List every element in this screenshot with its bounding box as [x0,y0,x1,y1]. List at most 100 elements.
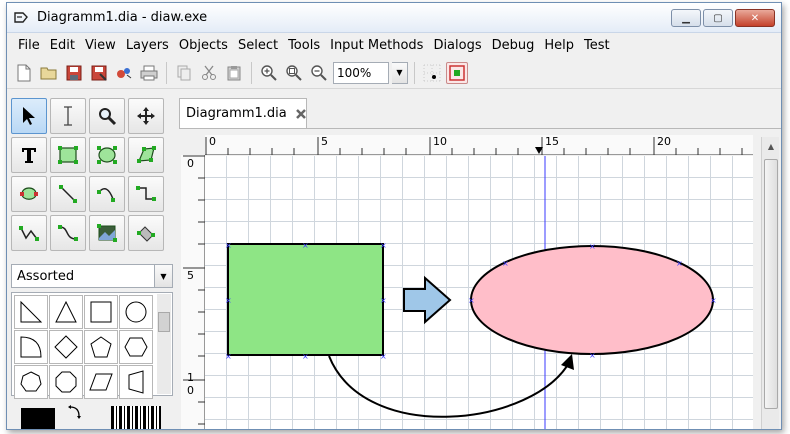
new-file-button[interactable] [13,62,35,84]
foreground-background-colors[interactable] [21,404,81,429]
sheet-selector-value: Assorted [17,268,75,284]
chevron-up-icon: ▲ [767,141,775,151]
menu-test[interactable]: Test [579,38,615,53]
swap-colors-icon[interactable] [67,404,83,420]
print-button[interactable] [138,62,160,84]
triangle-icon [55,300,77,323]
menu-select[interactable]: Select [233,38,283,53]
shape-diamond[interactable] [49,330,83,364]
shape-triangle[interactable] [49,295,83,329]
svg-text:×: × [380,296,387,305]
sheet-selector[interactable]: Assorted ▼ [11,264,173,288]
tab-close-button[interactable] [295,107,307,121]
save-as-button[interactable] [88,62,110,84]
snap-to-grid-toggle[interactable] [421,62,443,84]
shape-hexagon[interactable] [119,330,153,364]
dia-app-icon [13,11,31,25]
shape-parallelogram[interactable] [84,365,118,399]
ruler-left-label: 0 [187,384,194,397]
window-controls: ▁ ▢ ✕ [671,9,775,27]
arc-connector[interactable] [328,355,571,418]
arc-arrowhead [561,354,574,370]
tool-outline[interactable] [128,215,164,251]
diagram-canvas[interactable]: × × × × × × × × × × × × × × [205,156,753,429]
menu-bar: File Edit View Layers Objects Select Too… [7,33,781,57]
shape-palette-scrollbar[interactable] [157,294,171,394]
shape-heptagon[interactable] [14,365,48,399]
tool-text[interactable] [11,137,47,173]
block-arrow[interactable] [403,275,452,325]
menu-view[interactable]: View [80,38,121,53]
zoom-dropdown-button[interactable]: ▼ [392,61,408,84]
tool-scroll[interactable] [128,98,164,134]
menu-input-methods[interactable]: Input Methods [325,38,428,53]
canvas-scroll-thumb[interactable] [764,159,778,409]
tool-ellipse[interactable] [89,137,125,173]
shape-quarter-circle[interactable] [14,330,48,364]
document-area: Diagramm1.dia 0 5 10 15 20 0 5 1 0 × × ×… [177,92,781,429]
tool-box[interactable] [50,137,86,173]
shape-trapezoid[interactable] [119,365,153,399]
svg-text:×: × [502,259,509,268]
close-button[interactable]: ✕ [735,9,775,27]
canvas-frame: 0 5 10 15 20 0 5 1 0 × × × × × × × × × ×… [179,128,781,429]
zoom-out-button[interactable] [308,62,330,84]
print-icon [140,65,158,80]
line-style-selector[interactable] [111,406,161,429]
zigzag-tool-icon [136,186,156,201]
open-button[interactable] [38,62,60,84]
tab-diagramm1[interactable]: Diagramm1.dia [179,98,307,128]
maximize-button[interactable]: ▢ [703,9,733,27]
tool-magnify[interactable] [89,98,125,134]
zoom-fit-button[interactable] [283,62,305,84]
shape-pentagon[interactable] [84,330,118,364]
scroll-up-button[interactable]: ▲ [762,137,780,155]
menu-tools[interactable]: Tools [283,38,325,53]
zoom-in-button[interactable] [258,62,280,84]
tool-polygon[interactable] [128,137,164,173]
tool-bezier-line[interactable] [50,215,86,251]
shape-octagon[interactable] [49,365,83,399]
tool-zigzag-line[interactable] [128,176,164,212]
menu-file[interactable]: File [13,38,45,53]
menu-edit[interactable]: Edit [45,38,80,53]
shape-square[interactable] [84,295,118,329]
shape-grid [14,295,153,399]
shape-circle[interactable] [119,295,153,329]
menu-dialogs[interactable]: Dialogs [428,38,486,53]
menu-layers[interactable]: Layers [121,38,174,53]
shape-palette-scroll-thumb[interactable] [158,312,170,332]
menu-help[interactable]: Help [539,38,579,53]
cut-button[interactable] [198,62,220,84]
bezier-line-tool-icon [58,225,78,241]
tool-polyline[interactable] [11,215,47,251]
snap-to-object-toggle[interactable] [446,61,468,84]
right-triangle-icon [20,300,43,323]
grid-snap-icon [423,64,441,81]
polygon-tool-icon [137,146,156,163]
canvas-vertical-scrollbar[interactable]: ▲ [761,137,780,429]
circle-icon [125,301,147,323]
zoom-level-input[interactable]: 100% [333,61,389,84]
tool-modify[interactable] [11,98,47,134]
tool-line[interactable] [50,176,86,212]
export-button[interactable] [113,62,135,84]
copy-button[interactable] [173,62,195,84]
tool-beziergon[interactable] [11,176,47,212]
shape-right-triangle[interactable] [14,295,48,329]
paste-button[interactable] [223,62,245,84]
sheet-dropdown-button[interactable]: ▼ [154,265,172,287]
menu-objects[interactable]: Objects [174,38,233,53]
save-button[interactable] [63,62,85,84]
menu-debug[interactable]: Debug [487,38,540,53]
text-cursor-icon [64,106,72,126]
svg-text:×: × [380,241,387,250]
green-rectangle[interactable]: × × × × × × × × [225,241,387,361]
tool-arc[interactable] [89,176,125,212]
tool-image[interactable] [89,215,125,251]
box-tool-icon [58,146,78,164]
minimize-button[interactable]: ▁ [671,9,701,27]
tool-text-edit[interactable] [50,98,86,134]
foreground-color-swatch[interactable] [21,408,55,429]
pink-ellipse[interactable]: × × × × × × [468,242,717,360]
